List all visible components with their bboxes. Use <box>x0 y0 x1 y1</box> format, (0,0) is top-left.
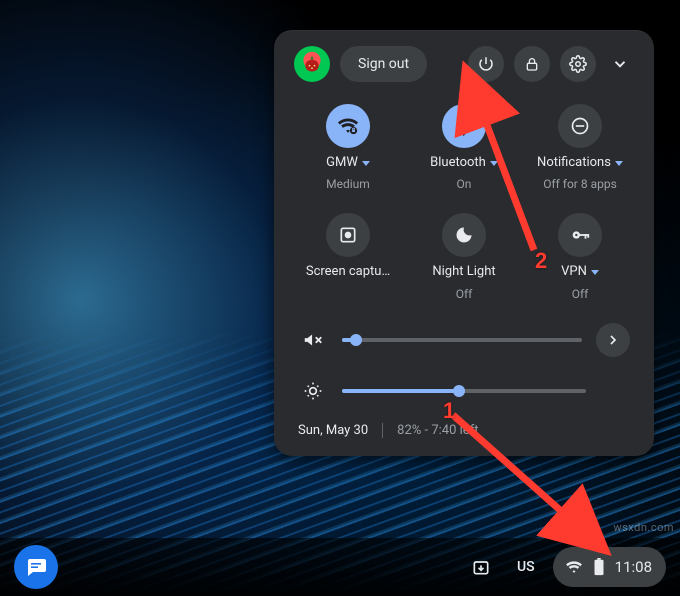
audio-settings-button[interactable] <box>596 323 630 357</box>
sign-out-button[interactable]: Sign out <box>340 46 427 82</box>
tile-label: Notifications <box>537 156 611 170</box>
quick-settings-tiles: GMW Medium Bluetooth On Notifications Of… <box>286 96 642 311</box>
ime-label: US <box>517 559 535 575</box>
ime-button[interactable]: US <box>509 549 543 585</box>
tile-night-light[interactable]: Night Light Off <box>408 213 520 300</box>
user-avatar[interactable] <box>294 46 330 82</box>
chevron-down-icon <box>362 161 370 166</box>
annotation-label-1: 1 <box>443 398 455 424</box>
collapse-button[interactable] <box>606 55 634 73</box>
power-button[interactable] <box>468 46 504 82</box>
messages-app-icon[interactable] <box>14 545 58 589</box>
power-icon <box>477 55 495 73</box>
chevron-down-icon <box>490 161 498 166</box>
panel-bottom-row: Sun, May 30 82% - 7:40 left <box>286 413 642 438</box>
bluetooth-icon <box>442 104 486 148</box>
panel-battery-text: 82% - 7:40 left <box>382 423 478 438</box>
chevron-down-icon <box>615 161 623 166</box>
brightness-slider[interactable] <box>342 389 586 393</box>
tile-screen-capture[interactable]: Screen captu… <box>292 213 404 300</box>
tile-sub: Medium <box>326 178 370 191</box>
chevron-down-icon <box>591 270 599 275</box>
tile-notifications[interactable]: Notifications Off for 8 apps <box>524 104 636 191</box>
tile-label: GMW <box>326 156 358 170</box>
tile-network[interactable]: GMW Medium <box>292 104 404 191</box>
clock: 11:08 <box>615 558 652 576</box>
lock-icon <box>524 56 540 72</box>
chevron-right-icon <box>605 332 621 348</box>
panel-top-row: Sign out <box>286 46 642 96</box>
volume-mute-icon <box>302 329 324 351</box>
brightness-row <box>286 369 642 413</box>
holding-space-button[interactable] <box>463 549 499 585</box>
tote-icon <box>471 557 491 577</box>
chevron-down-icon <box>611 55 629 73</box>
tile-sub: On <box>457 178 472 191</box>
tile-label: Screen captu… <box>306 265 390 279</box>
chat-bubble-icon <box>24 555 48 579</box>
tile-label: Bluetooth <box>430 156 486 170</box>
night-light-icon <box>442 213 486 257</box>
volume-slider[interactable] <box>342 338 582 342</box>
tile-bluetooth[interactable]: Bluetooth On <box>408 104 520 191</box>
screen-capture-icon <box>326 213 370 257</box>
volume-row <box>286 311 642 369</box>
annotation-label-2: 2 <box>535 248 547 274</box>
battery-icon <box>593 558 605 576</box>
volume-mute-button[interactable] <box>298 329 328 351</box>
tile-label: VPN <box>561 265 587 279</box>
watermark: wsxdn.com <box>613 521 674 534</box>
settings-button[interactable] <box>560 46 596 82</box>
tile-label: Night Light <box>432 265 495 279</box>
panel-date: Sun, May 30 <box>298 423 368 438</box>
quick-settings-panel: Sign out GMW Medium Blueto <box>274 30 654 456</box>
wifi-icon <box>326 104 370 148</box>
lock-button[interactable] <box>514 46 550 82</box>
wifi-icon <box>565 558 583 576</box>
vpn-key-icon <box>558 213 602 257</box>
shelf: US 11:08 <box>0 538 680 596</box>
tile-sub: Off <box>572 288 589 301</box>
sign-out-label: Sign out <box>358 56 409 72</box>
status-area[interactable]: 11:08 <box>553 547 666 587</box>
do-not-disturb-icon <box>558 104 602 148</box>
strawberry-icon <box>302 54 322 74</box>
tile-sub: Off for 8 apps <box>543 178 617 191</box>
brightness-icon <box>298 381 328 401</box>
gear-icon <box>569 55 587 73</box>
tile-sub: Off <box>456 288 473 301</box>
